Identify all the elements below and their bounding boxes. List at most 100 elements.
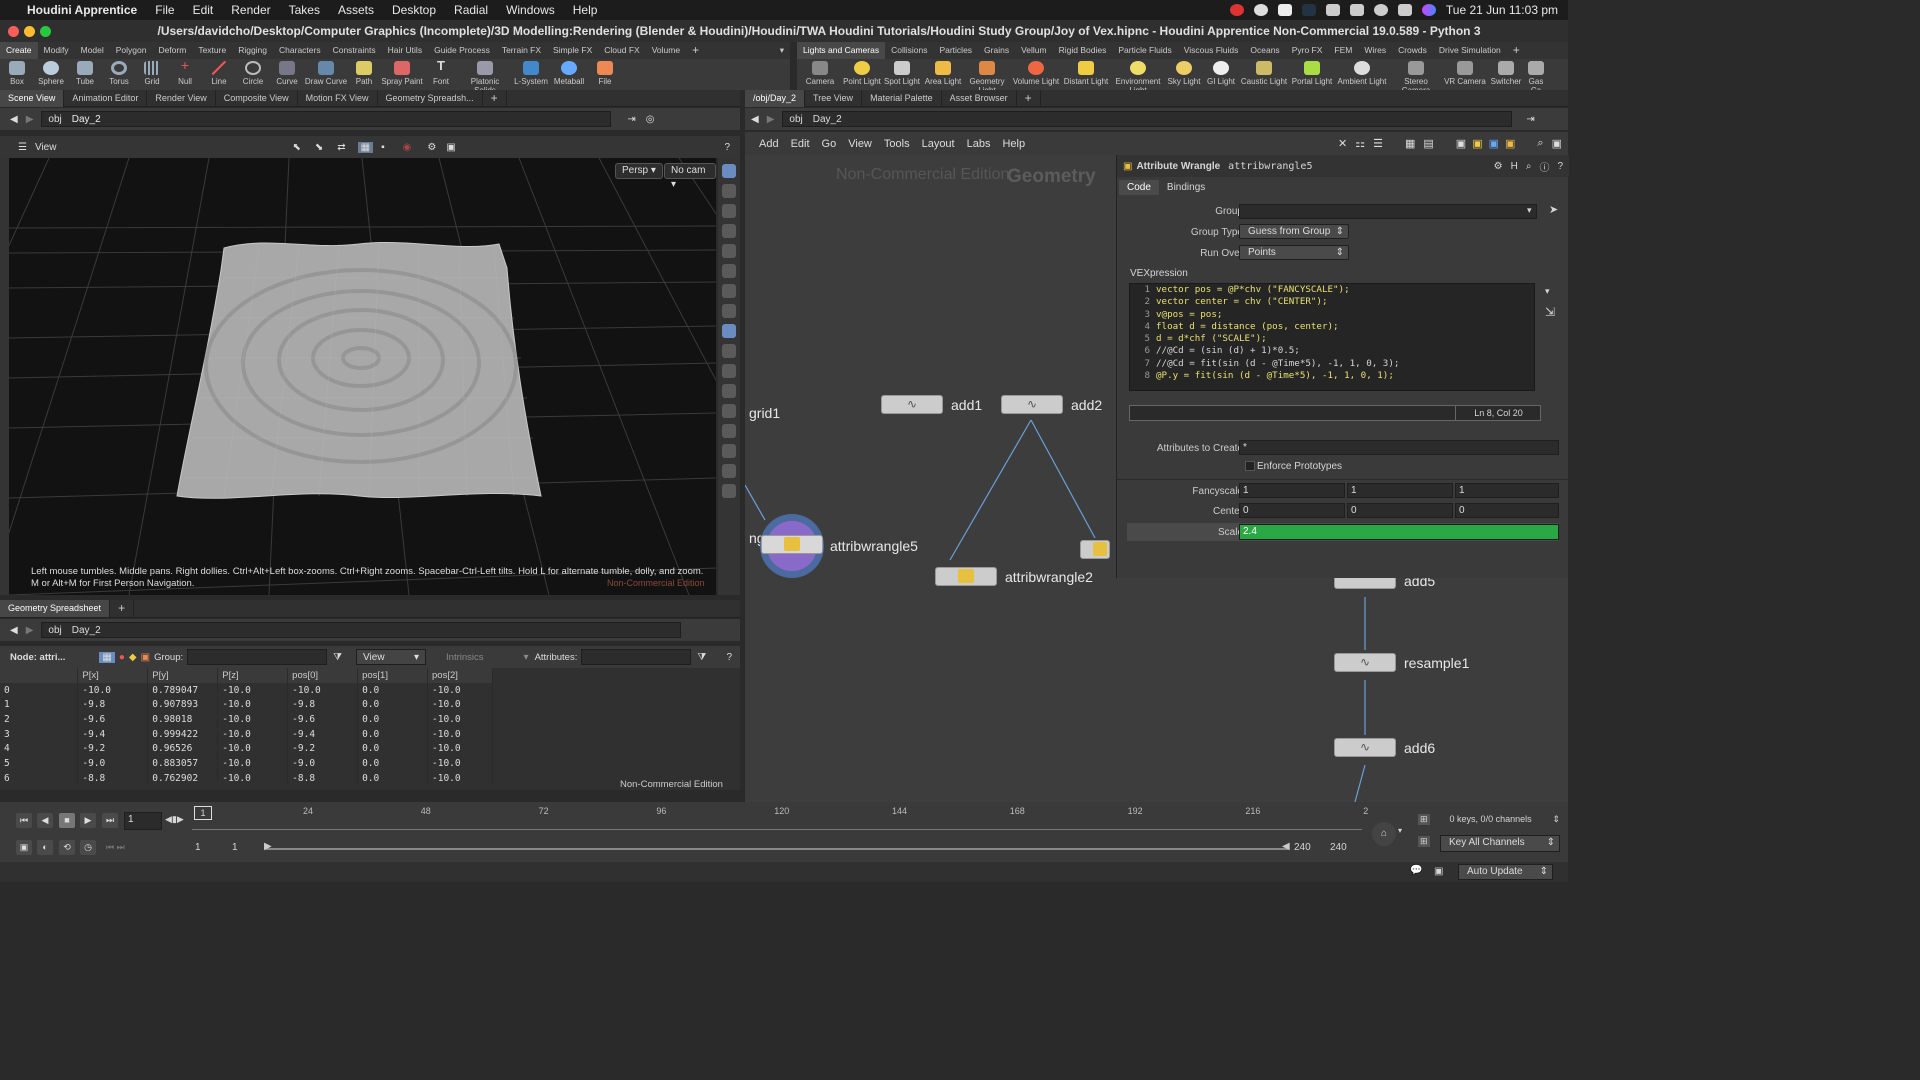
timeline-playhead[interactable]: 1: [194, 806, 212, 820]
note-icon[interactable]: ▣: [1472, 137, 1482, 150]
lock-camera-icon[interactable]: [722, 204, 736, 218]
network-menu-go[interactable]: Go: [822, 138, 837, 150]
table-cell[interactable]: -9.6: [77, 712, 149, 727]
table-cell[interactable]: -10.0: [427, 697, 493, 713]
ortho-icon[interactable]: [722, 224, 736, 238]
shelf-tab-particles[interactable]: Particles: [933, 42, 978, 59]
tool-area-light[interactable]: Area Light: [923, 59, 963, 86]
sticky-icon[interactable]: ▣: [1456, 137, 1466, 150]
deformed-grid-surface[interactable]: [176, 241, 542, 499]
back-icon[interactable]: ◀: [10, 114, 18, 125]
play-forward-icon[interactable]: ▶: [80, 813, 96, 828]
viewport-label[interactable]: View: [35, 142, 57, 153]
auto-update-dropdown[interactable]: Auto Update ⇕: [1458, 864, 1553, 880]
code-line[interactable]: 1 vector pos = @P*chv ("FANCYSCALE");: [1130, 284, 1534, 296]
table-row[interactable]: 6 -8.8 0.762902 -10.0 -8.8 0.0 -10.0: [0, 770, 493, 786]
shelf-tab-viscous-fluids[interactable]: Viscous Fluids: [1178, 42, 1245, 59]
dot-icon[interactable]: [722, 364, 736, 378]
node-offscreen-wrangle[interactable]: [1080, 540, 1110, 559]
tool-gi-light[interactable]: GI Light: [1203, 59, 1239, 86]
snapshot-icon[interactable]: [722, 324, 736, 338]
flag-icon[interactable]: [1301, 4, 1316, 16]
network-menu-view[interactable]: View: [848, 138, 872, 150]
range-start-handle-icon[interactable]: ▶: [264, 841, 272, 852]
path-field[interactable]: obj Day_2: [41, 111, 612, 127]
tool-null[interactable]: + Null: [168, 58, 202, 86]
col-header-index[interactable]: [0, 668, 79, 683]
path-root[interactable]: obj: [48, 625, 61, 636]
table-cell[interactable]: 0.0: [357, 712, 428, 727]
node-add1[interactable]: ∿ add1: [881, 395, 982, 414]
shelf-tab-vellum[interactable]: Vellum: [1015, 42, 1053, 59]
node-resample1[interactable]: ∿ resample1: [1334, 653, 1469, 672]
shelf-tab-characters[interactable]: Characters: [273, 42, 327, 59]
table-cell[interactable]: -10.0: [217, 770, 289, 786]
tool-vr-camera[interactable]: VR Camera: [1443, 59, 1487, 86]
lights-icon[interactable]: ⚙: [427, 142, 436, 153]
viewport-help-icon[interactable]: ?: [724, 142, 730, 153]
tool-volume-light[interactable]: Volume Light: [1011, 59, 1061, 86]
tool-box[interactable]: Box: [0, 59, 34, 86]
shelf-tab-constraints[interactable]: Constraints: [327, 42, 382, 59]
tool-path[interactable]: Path: [348, 59, 380, 86]
menu-windows[interactable]: Windows: [497, 3, 564, 17]
table-cell[interactable]: -10.0: [427, 726, 493, 742]
shelf-tab-rigging[interactable]: Rigging: [232, 42, 273, 59]
center-y-field[interactable]: 0: [1347, 503, 1453, 518]
shelf-tab-hair-utils[interactable]: Hair Utils: [382, 42, 428, 59]
network-menu-layout[interactable]: Layout: [922, 138, 955, 150]
camera-dropdown[interactable]: No cam ▾: [664, 163, 716, 190]
network-menu-edit[interactable]: Edit: [791, 138, 810, 150]
help-icon[interactable]: ?: [1557, 161, 1563, 172]
tool-circle[interactable]: Circle: [236, 59, 270, 86]
table-cell[interactable]: 0.0: [357, 697, 428, 713]
tool-sphere[interactable]: Sphere: [34, 59, 68, 86]
code-line[interactable]: 7 //@Cd = fit(sin (d - @Time*5), -1, 1, 0…: [1130, 358, 1534, 370]
clock-icon[interactable]: ◷: [80, 840, 96, 855]
list-icon[interactable]: ☰: [1373, 137, 1383, 150]
back-icon[interactable]: ◀: [751, 114, 759, 125]
shelf-tab-texture[interactable]: Texture: [192, 42, 232, 59]
gear-icon[interactable]: ⚙: [1494, 161, 1503, 172]
table-cell[interactable]: -9.0: [287, 756, 359, 771]
minimize-window-button[interactable]: [24, 26, 35, 37]
channel-icon[interactable]: ⊞: [1418, 836, 1430, 847]
range-slider[interactable]: [266, 848, 1288, 850]
end-frame-2[interactable]: 240: [1330, 842, 1347, 853]
table-cell[interactable]: 2: [0, 712, 79, 727]
shelf-tab-crowds[interactable]: Crowds: [1392, 42, 1433, 59]
creative-cloud-icon[interactable]: [1253, 4, 1268, 16]
tool-caustic-light[interactable]: Caustic Light: [1239, 59, 1289, 86]
step-buttons[interactable]: ◀▮▶: [165, 814, 184, 825]
start-frame-1[interactable]: 1: [195, 842, 201, 853]
center-z-field[interactable]: 0: [1455, 503, 1559, 518]
table-cell[interactable]: -10.0: [427, 682, 493, 698]
tab-geometry-spreadsheet-bottom[interactable]: Geometry Spreadsheet: [0, 600, 111, 617]
forward-icon[interactable]: ▶: [26, 114, 34, 125]
tool-switcher[interactable]: Switcher: [1487, 59, 1525, 86]
brush-icon[interactable]: [722, 384, 736, 398]
points-mode-icon[interactable]: ▦: [99, 651, 115, 663]
tool-camera[interactable]: Camera: [797, 59, 843, 86]
key-tool-icon[interactable]: ⌂: [1372, 822, 1396, 846]
table-row[interactable]: 5 -9.0 0.883057 -10.0 -9.0 0.0 -10.0: [0, 756, 493, 771]
loop-icon[interactable]: ⟲: [59, 840, 75, 855]
shelf-tab-drive-simulation[interactable]: Drive Simulation: [1433, 42, 1507, 59]
tab-geometry-spreadsheet[interactable]: Geometry Spreadsh...: [378, 89, 483, 107]
col-header-py[interactable]: P[y]: [147, 668, 219, 683]
menubar-clock[interactable]: Tue 21 Jun 11:03 pm: [1446, 3, 1558, 17]
code-line[interactable]: 3 v@pos = pos;: [1130, 309, 1534, 321]
back-icon[interactable]: ◀: [10, 625, 18, 636]
fancyscale-x-field[interactable]: 1: [1239, 483, 1345, 498]
table-cell[interactable]: -9.2: [77, 741, 149, 757]
add-pane-tab-icon[interactable]: +: [1017, 89, 1041, 107]
number-icon[interactable]: [722, 424, 736, 438]
tool-point-light[interactable]: Point Light: [843, 59, 881, 86]
app-menu[interactable]: Houdini Apprentice: [18, 3, 146, 17]
table-cell[interactable]: 0.907893: [147, 697, 219, 713]
shelf-tab-fem[interactable]: FEM: [1328, 42, 1358, 59]
viewport-canvas[interactable]: [9, 158, 716, 595]
col-header-pz[interactable]: P[z]: [217, 668, 289, 683]
persp-dropdown[interactable]: Persp ▾: [615, 163, 663, 179]
shelf-tab-model[interactable]: Model: [75, 42, 110, 59]
